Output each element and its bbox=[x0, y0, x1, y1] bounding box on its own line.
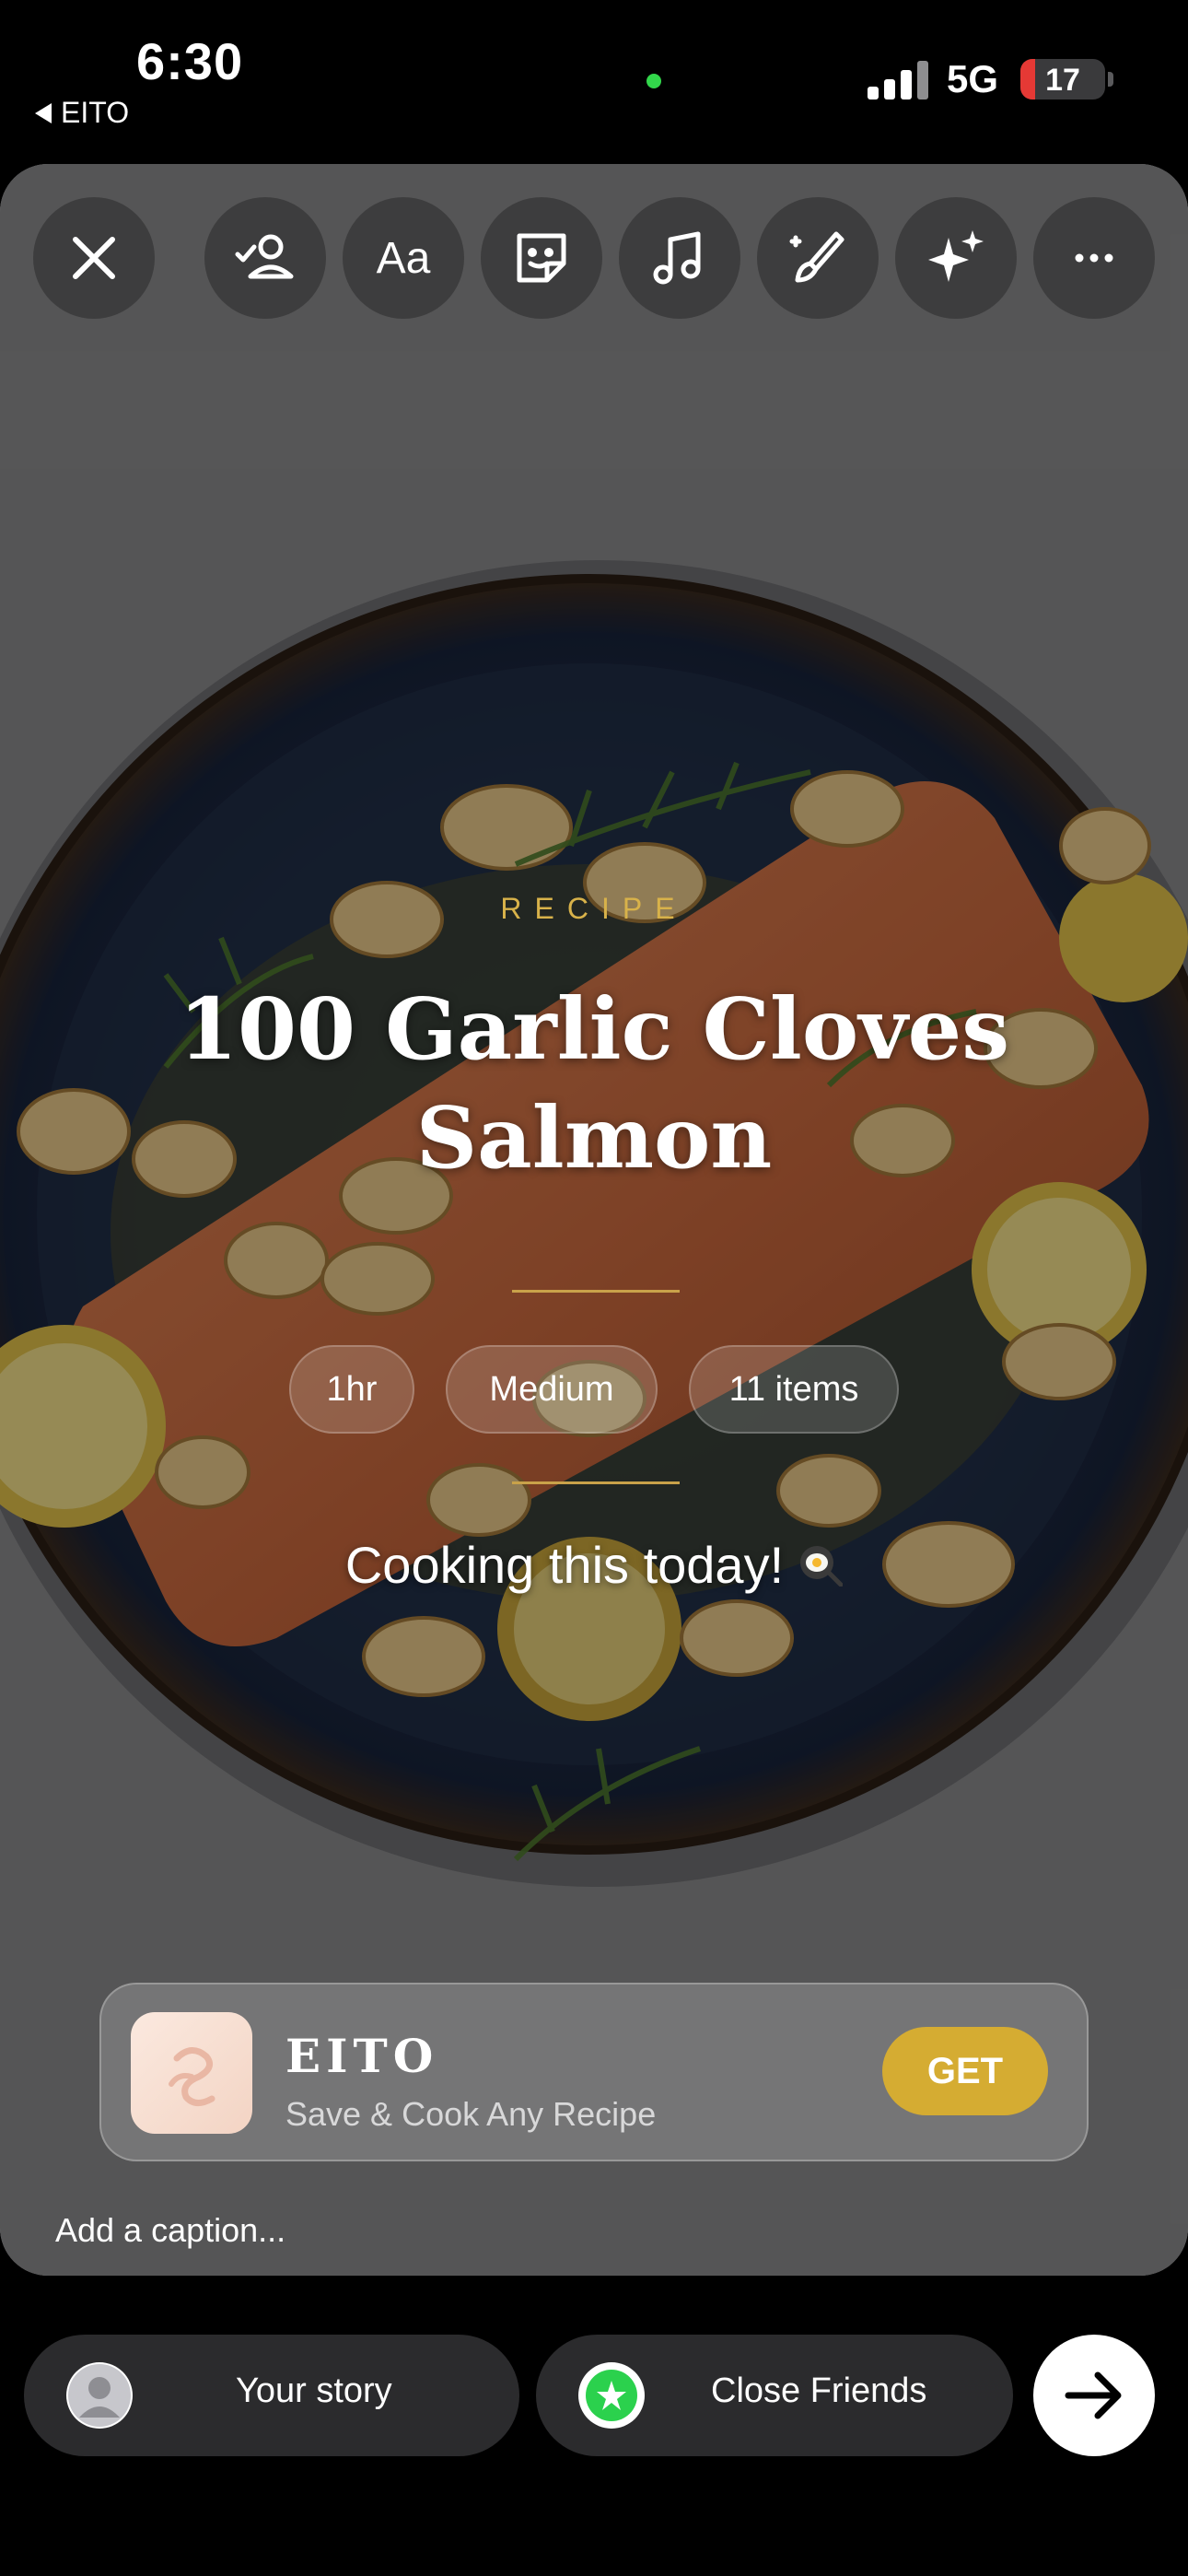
add-caption-input[interactable]: Add a caption... bbox=[55, 2211, 285, 2250]
app-name: EITO bbox=[285, 2029, 439, 2083]
more-icon bbox=[1075, 253, 1113, 263]
music-note-icon bbox=[653, 231, 701, 285]
eito-app-icon bbox=[131, 2012, 252, 2134]
camera-in-use-indicator bbox=[646, 74, 661, 88]
salmon-dish-photo bbox=[0, 164, 1188, 2276]
app-subtitle: Save & Cook Any Recipe bbox=[285, 2095, 657, 2133]
your-story-label: Your story bbox=[236, 2371, 392, 2410]
close-friends-label: Close Friends bbox=[711, 2371, 927, 2410]
sparkles-icon bbox=[928, 230, 984, 282]
back-triangle-icon bbox=[35, 102, 52, 123]
text-aa-icon: Aa bbox=[377, 234, 431, 283]
recipe-title[interactable]: 100 Garlic Cloves Salmon bbox=[175, 975, 1013, 1192]
share-close-friends-button[interactable]: Close Friends bbox=[536, 2335, 1013, 2456]
svg-text:Aa: Aa bbox=[377, 234, 431, 283]
signal-strength-icon bbox=[868, 59, 928, 100]
draw-button[interactable] bbox=[757, 197, 879, 319]
fried-egg-pan-icon bbox=[798, 1539, 844, 1587]
sticker-icon bbox=[517, 233, 566, 283]
tag-time: 1hr bbox=[289, 1345, 414, 1434]
close-button[interactable] bbox=[33, 197, 155, 319]
text-button[interactable]: Aa bbox=[343, 197, 464, 319]
arrow-right-icon bbox=[1065, 2371, 1122, 2419]
sticker-button[interactable] bbox=[481, 197, 602, 319]
close-icon bbox=[73, 237, 115, 279]
battery-cap bbox=[1108, 72, 1113, 87]
tag-difficulty: Medium bbox=[446, 1345, 658, 1434]
story-editor: Aa RECIPE 100 Garlic Cloves Salmon 1hr M… bbox=[0, 164, 1188, 2276]
share-your-story-button[interactable]: Your story bbox=[24, 2335, 519, 2456]
back-to-app-link[interactable]: EITO bbox=[35, 96, 129, 130]
avatar bbox=[66, 2362, 133, 2429]
story-caption-sticker[interactable]: Cooking this today! bbox=[0, 1535, 1188, 1595]
mention-person-icon bbox=[235, 234, 294, 279]
divider-bottom bbox=[512, 1481, 680, 1484]
network-type: 5G bbox=[947, 57, 999, 100]
send-button[interactable] bbox=[1033, 2335, 1155, 2456]
effects-button[interactable] bbox=[895, 197, 1017, 319]
story-caption-text: Cooking this today! bbox=[344, 1536, 785, 1594]
status-bar: 6:30 EITO 5G 17 bbox=[0, 0, 1188, 164]
divider-top bbox=[512, 1290, 680, 1293]
battery-level: 17 bbox=[1045, 63, 1080, 98]
more-button[interactable] bbox=[1033, 197, 1155, 319]
close-friends-star-icon bbox=[578, 2362, 645, 2429]
tag-ingredients-count: 11 items bbox=[689, 1345, 899, 1434]
draw-brush-icon bbox=[789, 231, 844, 283]
status-time: 6:30 bbox=[136, 32, 244, 90]
mention-button[interactable] bbox=[204, 197, 326, 319]
battery-icon: 17 bbox=[1020, 59, 1105, 100]
get-app-button[interactable]: GET bbox=[882, 2027, 1048, 2115]
recipe-kicker: RECIPE bbox=[500, 892, 688, 925]
app-promo-card[interactable]: EITO Save & Cook Any Recipe GET bbox=[99, 1983, 1089, 2161]
music-button[interactable] bbox=[619, 197, 740, 319]
back-app-label: EITO bbox=[61, 96, 130, 129]
